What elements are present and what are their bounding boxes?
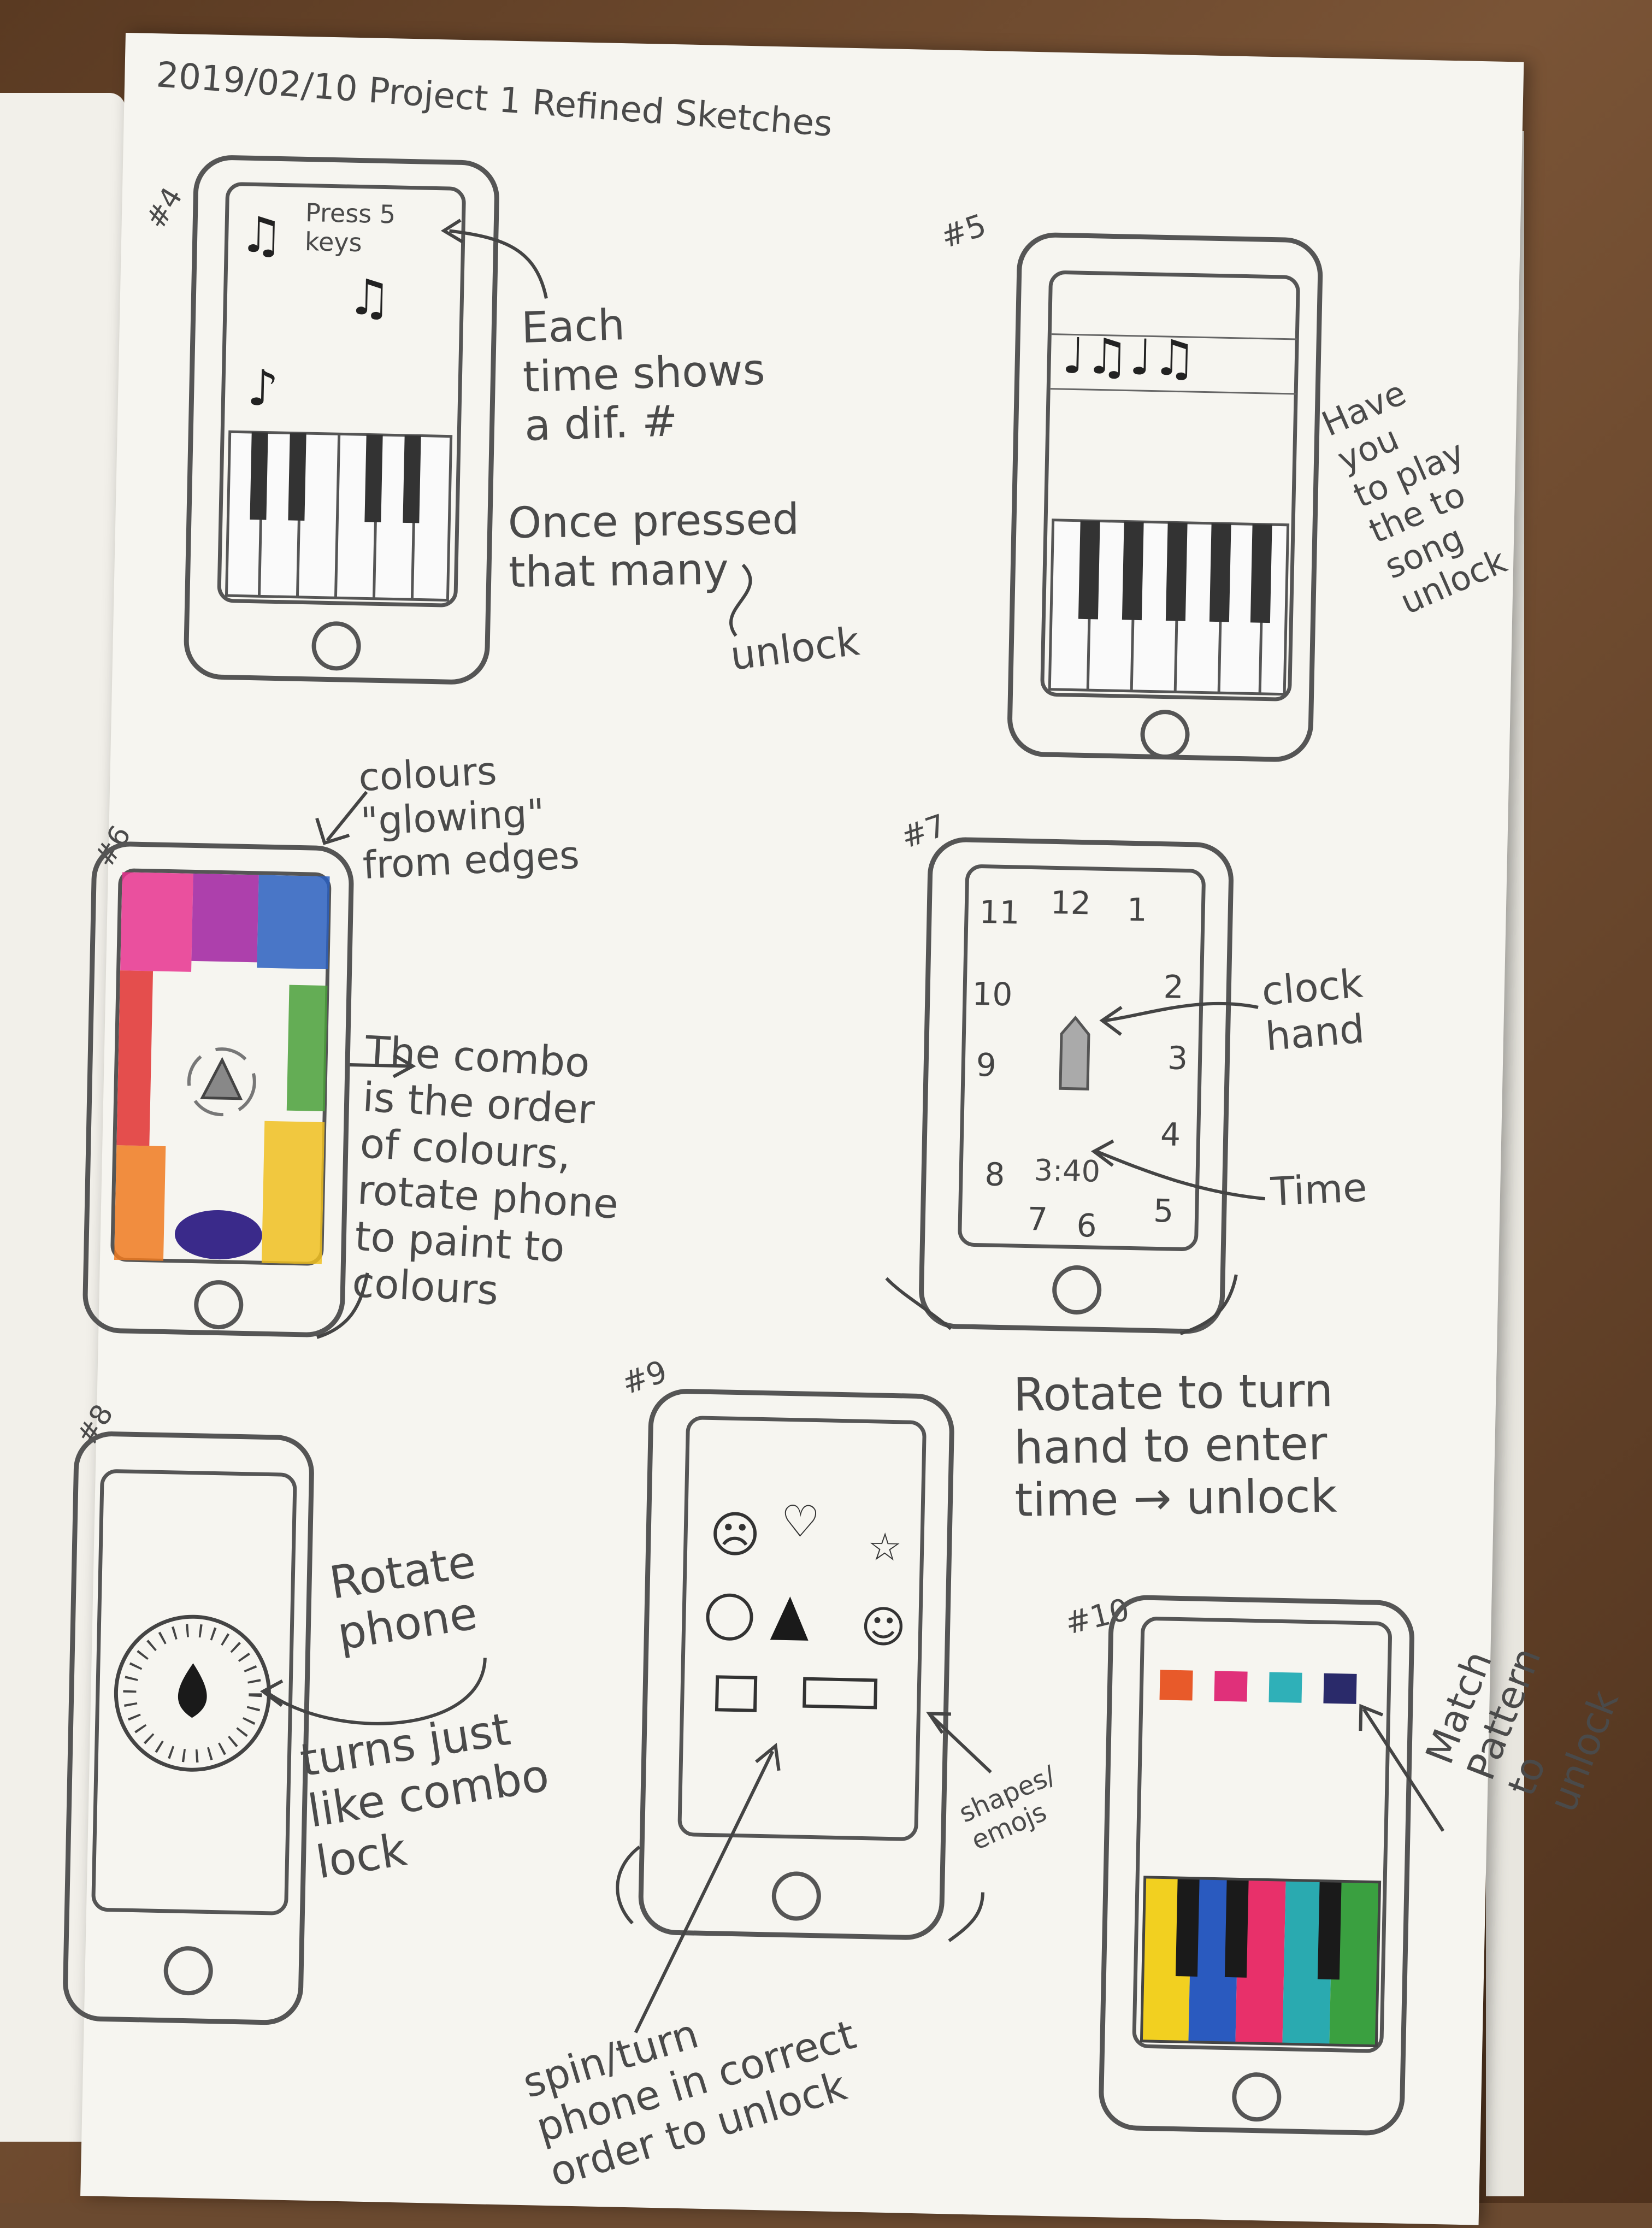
clock-numeral: 10	[972, 975, 1013, 1013]
sketch-5-home-button	[1140, 709, 1190, 760]
sketch-9-label-shapes: shapes/ emojs	[954, 1759, 1060, 1856]
clock-numeral: 2	[1163, 968, 1184, 1006]
music-note-icon: ♩♫♩♫	[1061, 327, 1197, 387]
clock-hand-icon	[1059, 1015, 1090, 1091]
star-icon: ☆	[867, 1524, 902, 1570]
sketch-8-combo-dial	[114, 1614, 271, 1772]
clock-numeral: 5	[1153, 1192, 1174, 1230]
sketch-6-screen	[110, 868, 332, 1266]
clock-numeral: 12	[1050, 884, 1091, 922]
circle-shape-icon	[706, 1593, 753, 1641]
sketch-6-note-top: colours "glowing" from edges	[357, 748, 581, 888]
sketch-6-colour-edges	[114, 872, 330, 1265]
clock-numeral: 7	[1027, 1200, 1048, 1238]
sketch-4-phone: Press 5 keys ♫ ♫ ♪	[183, 154, 500, 686]
sketch-5-phone: ♩♫♩♫	[1006, 232, 1324, 763]
sketch-4-note-c: unlock	[728, 618, 862, 679]
clock-numeral: 11	[979, 893, 1020, 932]
sketch-9-home-button	[771, 1871, 822, 1921]
sketch-8-note-a: Rotate phone	[326, 1535, 481, 1661]
sketch-8-phone	[62, 1430, 315, 2026]
sketch-7-home-button	[1052, 1265, 1102, 1315]
heart-icon: ♡	[780, 1496, 821, 1547]
music-note-icon: ♪	[246, 359, 279, 417]
sketch-4-number: #4	[139, 181, 190, 235]
sketch-10-pattern	[1140, 1670, 1382, 2048]
clock-numeral: 8	[984, 1156, 1005, 1193]
clock-numeral: 3	[1167, 1039, 1188, 1077]
sketch-9-screen: ☹ ♡ ☆ ☺	[677, 1416, 927, 1842]
sketch-7-label-hand: clock hand	[1260, 960, 1366, 1060]
sketch-7-time: 3:40	[1034, 1153, 1101, 1189]
clock-numeral: 6	[1076, 1207, 1097, 1245]
sketch-5-number: #5	[936, 207, 991, 256]
sketch-9-number: #9	[617, 1353, 672, 1402]
sketch-4-note-a: Each time shows a dif. #	[520, 300, 766, 451]
page-header: 2019/02/10 Project 1 Refined Sketches	[155, 55, 834, 145]
sketch-7-screen: 12 1 2 3 4 5 6 7 8 9 10 11 3:40	[957, 864, 1206, 1252]
pattern-square	[1268, 1672, 1302, 1703]
sketch-10-phone	[1098, 1594, 1415, 2136]
sketch-8-home-button	[163, 1946, 214, 1996]
sketch-10-screen	[1132, 1616, 1393, 2054]
triangle-shape-icon	[770, 1596, 809, 1641]
pattern-square	[1214, 1671, 1248, 1702]
sketch-4-home-button	[311, 621, 362, 671]
clock-numeral: 9	[976, 1046, 996, 1084]
sketch-9-emoji-grid: ☹ ♡ ☆ ☺	[706, 1496, 907, 1712]
sketch-4-piano: ♫ ♫ ♪	[225, 206, 453, 602]
sketch-7-note: Rotate to turn hand to enter time → unlo…	[1013, 1363, 1337, 1528]
sad-face-icon: ☹	[709, 1506, 762, 1564]
sketch-6-home-button	[193, 1280, 244, 1330]
clock-numeral: 1	[1126, 891, 1147, 929]
sketch-9-phone: ☹ ♡ ☆ ☺	[638, 1388, 955, 1941]
smile-face-icon: ☺	[860, 1601, 906, 1653]
music-note-icon: ♫	[347, 269, 392, 327]
music-note-icon: ♫	[239, 206, 284, 264]
pattern-square	[1323, 1673, 1357, 1704]
sketch-5-piano: ♩♫♩♫	[1048, 327, 1297, 696]
sketch-7-clock-face: 12 1 2 3 4 5 6 7 8 9 10 11	[972, 884, 1188, 1245]
sketch-8-screen	[91, 1469, 297, 1915]
sketch-5-screen: ♩♫♩♫	[1040, 270, 1301, 702]
sketch-7-label-time: Time	[1270, 1164, 1368, 1215]
sketch-9-note: spin/turn phone in correct order to unlo…	[517, 2010, 862, 2196]
sketch-6-note-side: The combo is the order of colours, rotat…	[351, 1027, 620, 1315]
sketch-8-note-b: turns just like combo lock	[297, 1703, 553, 1889]
sketch-10-home-button	[1231, 2072, 1282, 2123]
square-shape-icon	[715, 1675, 758, 1712]
sketch-7-phone: 12 1 2 3 4 5 6 7 8 9 10 11 3:40	[918, 836, 1235, 1335]
pattern-square	[1159, 1670, 1193, 1701]
rectangle-shape-icon	[803, 1677, 878, 1710]
clock-numeral: 4	[1160, 1116, 1181, 1153]
sketch-4-note-b: Once pressed that many	[508, 494, 800, 597]
sketch-6-phone	[82, 841, 355, 1338]
sketch-4-screen: Press 5 keys ♫ ♫ ♪	[217, 181, 467, 608]
sketchbook-page: 2019/02/10 Project 1 Refined Sketches #4…	[62, 33, 1627, 2225]
